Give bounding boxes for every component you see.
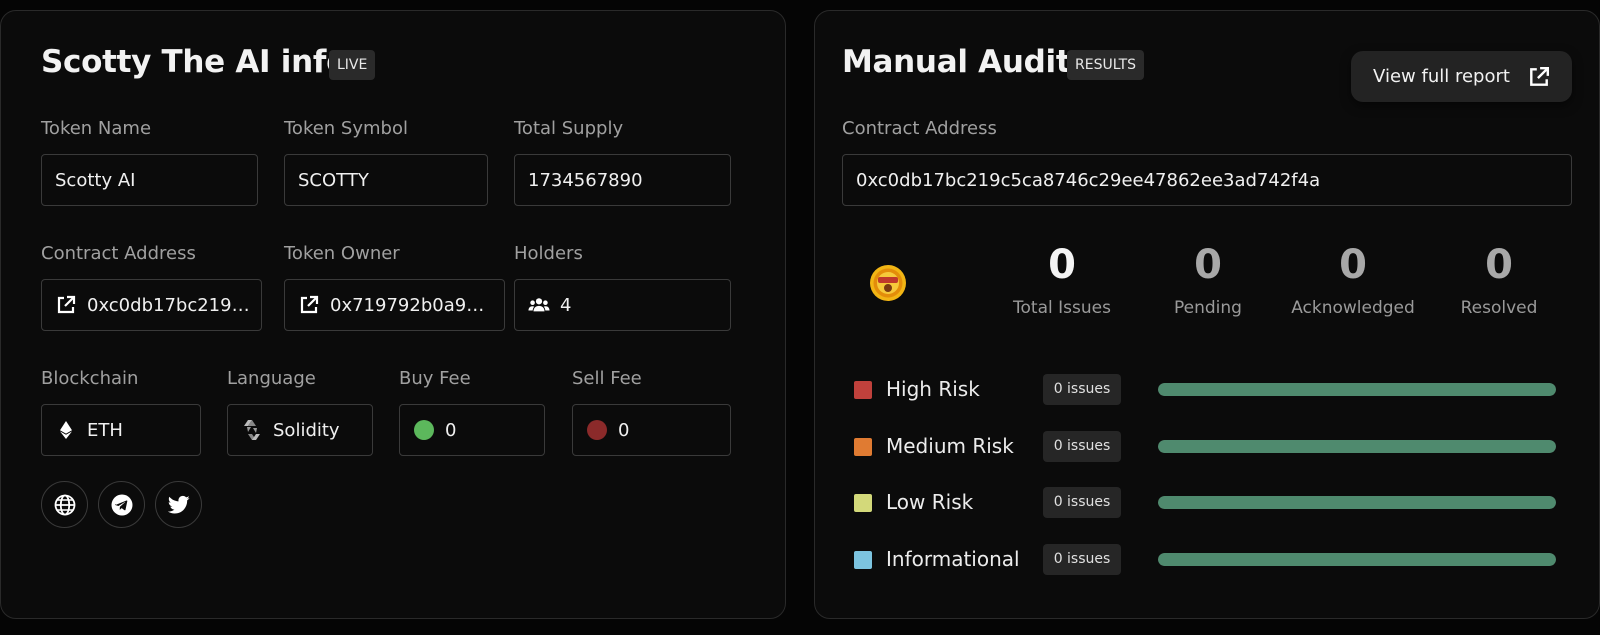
language-field: Solidity [227,404,373,456]
manual-audit-title: Manual Audit [842,44,1071,80]
telegram-icon [111,494,133,516]
resolved-label: Resolved [1460,298,1538,318]
risk-row-low: Low Risk 0 issues [854,487,1556,519]
contract-address-link[interactable]: 0xc0db17bc219c... [41,279,262,331]
low-risk-bar [1158,496,1556,509]
view-full-report-label: View full report [1373,66,1510,87]
audit-contract-address-label: Contract Address [842,118,997,139]
contract-address-value: 0xc0db17bc219c... [87,294,259,316]
acknowledged-label: Acknowledged [1291,298,1415,318]
informational-label: Informational [886,547,1020,571]
buy-fee-dot-wrap [413,419,435,441]
language-value: Solidity [273,419,340,441]
view-full-report-button[interactable]: View full report [1351,51,1572,102]
token-owner-label: Token Owner [284,243,400,264]
informational-bar-fill [1158,553,1556,566]
sell-fee-dot-wrap [586,419,608,441]
low-risk-swatch [854,494,872,512]
language-label: Language [227,368,316,389]
medium-risk-bar-fill [1158,440,1556,453]
token-owner-link[interactable]: 0x719792b0a9a6... [284,279,505,331]
token-owner-value: 0x719792b0a9a6... [330,294,504,316]
high-risk-bar [1158,383,1556,396]
token-name-value: Scotty AI [55,169,136,191]
low-risk-count: 0 issues [1043,487,1121,518]
users-icon [528,294,550,316]
total-issues-count: 0 [1048,242,1076,288]
risk-row-high: High Risk 0 issues [854,374,1556,406]
red-status-dot [587,420,607,440]
medium-risk-swatch [854,438,872,456]
total-supply-field: 1734567890 [514,154,731,206]
acknowledged-count: 0 [1339,242,1367,288]
informational-bar [1158,553,1556,566]
high-risk-count: 0 issues [1043,374,1121,405]
sell-fee-field: 0 [572,404,731,456]
risk-row-informational: Informational 0 issues [854,544,1556,576]
external-link-icon [55,294,77,316]
external-link-icon [1528,66,1550,88]
total-supply-label: Total Supply [514,118,624,139]
audit-contract-address-value: 0xc0db17bc219c5ca8746c29ee47862ee3ad742f… [856,169,1321,191]
live-badge: LIVE [329,50,376,80]
resolved-count: 0 [1485,242,1513,288]
ethereum-icon [55,419,77,441]
low-risk-bar-fill [1158,496,1556,509]
twitter-button[interactable] [155,481,202,528]
token-name-label: Token Name [41,118,152,139]
total-supply-value: 1734567890 [528,169,643,191]
telegram-button[interactable] [98,481,145,528]
blockchain-label: Blockchain [41,368,139,389]
green-status-dot [414,420,434,440]
globe-icon [54,494,76,516]
sell-fee-label: Sell Fee [572,368,642,389]
blockchain-field: ETH [41,404,201,456]
external-link-icon [298,294,320,316]
high-risk-label: High Risk [886,377,980,401]
project-logo [869,264,907,302]
informational-count: 0 issues [1043,544,1121,575]
token-symbol-field: SCOTTY [284,154,488,206]
twitter-icon [167,495,190,515]
token-symbol-value: SCOTTY [298,169,369,191]
medium-risk-bar [1158,440,1556,453]
medium-risk-label: Medium Risk [886,434,1014,458]
token-symbol-label: Token Symbol [284,118,408,139]
contract-address-label: Contract Address [41,243,196,264]
medium-risk-count: 0 issues [1043,431,1121,462]
high-risk-swatch [854,381,872,399]
holders-field: 4 [514,279,731,331]
sell-fee-value: 0 [618,419,630,441]
solidity-icon [241,419,263,441]
informational-swatch [854,551,872,569]
token-info-title: Scotty The AI info [41,44,348,80]
token-name-field: Scotty AI [41,154,258,206]
buy-fee-value: 0 [445,419,457,441]
blockchain-value: ETH [87,419,123,441]
website-button[interactable] [41,481,88,528]
risk-row-medium: Medium Risk 0 issues [854,431,1556,463]
results-badge: RESULTS [1067,50,1145,80]
buy-fee-field: 0 [399,404,545,456]
holders-label: Holders [514,243,583,264]
holders-value: 4 [560,294,572,316]
low-risk-label: Low Risk [886,490,974,514]
total-issues-label: Total Issues [1013,298,1111,318]
high-risk-bar-fill [1158,383,1556,396]
buy-fee-label: Buy Fee [399,368,471,389]
audit-contract-address-field: 0xc0db17bc219c5ca8746c29ee47862ee3ad742f… [842,154,1572,206]
